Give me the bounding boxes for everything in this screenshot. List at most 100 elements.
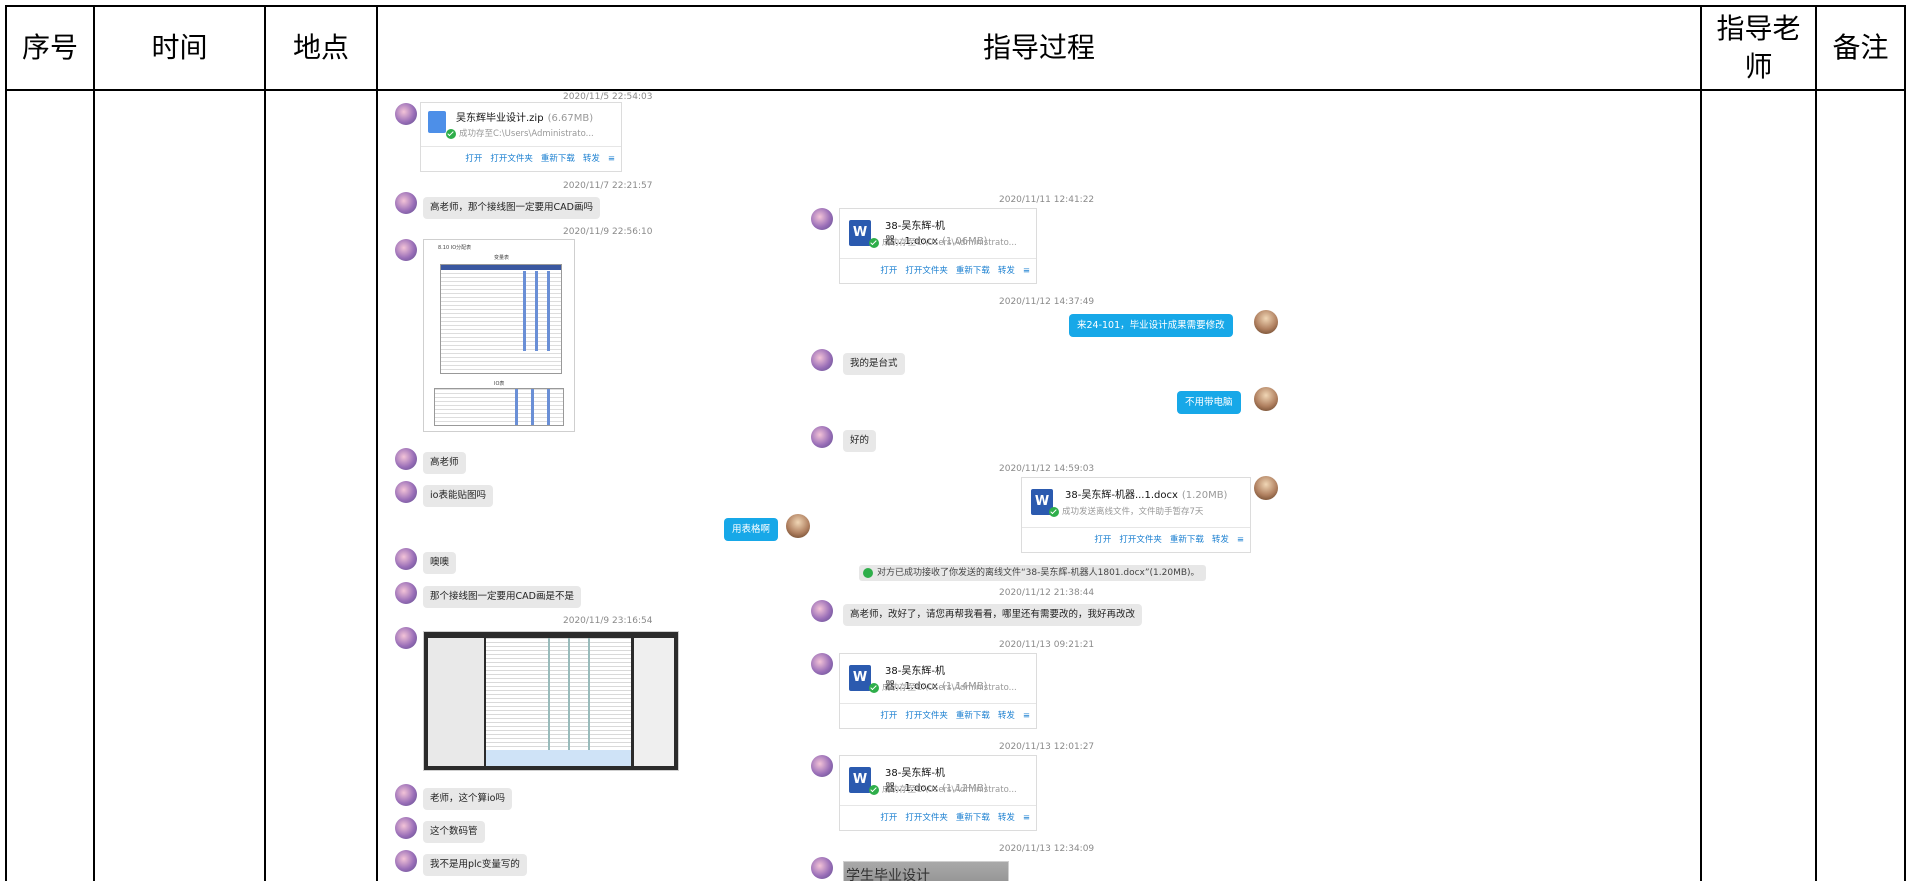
timestamp: 2020/11/7 22:21:57: [563, 181, 653, 191]
avatar: [395, 784, 417, 806]
open-folder-link[interactable]: 打开文件夹: [905, 813, 948, 823]
avatar: [811, 349, 833, 371]
success-check-icon: [869, 682, 879, 693]
avatar: [811, 857, 833, 879]
header-teacher-line1: 指导老: [1716, 12, 1801, 45]
doc-caption: 变量表: [494, 255, 510, 261]
properties-panel-image: [634, 638, 674, 766]
file-actions: 打开 打开文件夹 重新下载 转发 ≡: [840, 805, 1036, 830]
header-place: 地点: [292, 31, 349, 64]
avatar: [395, 582, 417, 604]
open-link[interactable]: 打开: [880, 711, 897, 721]
open-link[interactable]: 打开: [465, 154, 482, 164]
success-check-icon: [869, 237, 879, 248]
avatar: [811, 600, 833, 622]
forward-link[interactable]: 转发: [998, 266, 1015, 276]
zip-file-icon: [428, 111, 446, 133]
header-process: 指导过程: [982, 31, 1095, 64]
word-doc-icon: W: [849, 665, 871, 691]
photo-image[interactable]: 学生毕业设计: [843, 861, 1009, 881]
open-folder-link[interactable]: 打开文件夹: [905, 711, 948, 721]
redownload-link[interactable]: 重新下载: [956, 711, 990, 721]
own-message-bubble: 不用带电脑: [1177, 391, 1241, 414]
message-bubble: 好的: [843, 430, 877, 452]
forward-link[interactable]: 转发: [998, 813, 1015, 823]
timestamp: 2020/11/12 14:59:03: [999, 464, 1095, 474]
timestamp: 2020/11/9 23:16:54: [563, 616, 653, 626]
menu-icon[interactable]: ≡: [1023, 813, 1030, 823]
file-card[interactable]: W 38-吴东辉-机器...1.docx (1.20MB) 成功发送离线文件，文件…: [1021, 477, 1251, 553]
timestamp: 2020/11/13 09:21:21: [999, 640, 1095, 650]
header-seq: 序号: [21, 31, 78, 64]
avatar: [1254, 387, 1278, 411]
avatar: [395, 548, 417, 570]
menu-icon[interactable]: ≡: [1237, 535, 1244, 545]
open-link[interactable]: 打开: [1094, 535, 1111, 545]
avatar: [811, 426, 833, 448]
word-doc-icon: W: [849, 767, 871, 793]
avatar: [395, 481, 417, 503]
avatar: [395, 192, 417, 214]
file-status: 成功存至C:\Users\Administrato...: [446, 127, 594, 139]
open-folder-link[interactable]: 打开文件夹: [905, 266, 948, 276]
file-card[interactable]: 吴东辉毕业设计.zip (6.67MB) 成功存至C:\Users\Adminis…: [420, 102, 622, 172]
message-bubble: 这个数码管: [423, 821, 485, 843]
timestamp: 2020/11/13 12:01:27: [999, 742, 1095, 752]
open-link[interactable]: 打开: [880, 266, 897, 276]
file-actions: 打开 打开文件夹 重新下载 转发 ≡: [1022, 527, 1250, 552]
menu-icon[interactable]: ≡: [608, 154, 615, 164]
column-divider: [93, 5, 95, 881]
avatar: [811, 208, 833, 230]
open-folder-link[interactable]: 打开文件夹: [490, 154, 533, 164]
redownload-link[interactable]: 重新下载: [541, 154, 575, 164]
document-image[interactable]: 8.10 IO分配表 变量表 IO表: [423, 239, 575, 432]
software-screenshot-image[interactable]: [423, 631, 679, 771]
io-table-image: [434, 388, 564, 426]
message-bubble: 高老师，改好了，请您再帮我看看，哪里还有需要改的，我好再改改: [843, 604, 1143, 626]
file-actions: 打开 打开文件夹 重新下载 转发 ≡: [840, 258, 1036, 283]
project-tree-image: [428, 638, 484, 766]
variable-table-image: [486, 638, 631, 750]
header-notes: 备注: [1832, 31, 1889, 64]
redownload-link[interactable]: 重新下载: [956, 813, 990, 823]
timestamp: 2020/11/9 22:56:10: [563, 227, 653, 237]
forward-link[interactable]: 转发: [583, 154, 600, 164]
file-status: 成功发送离线文件，文件助手暂存7天: [1049, 505, 1203, 517]
file-card[interactable]: W 38-吴东辉-机器...1.docx (1.06MB) 成功存至C:\User…: [839, 208, 1037, 284]
redownload-link[interactable]: 重新下载: [956, 266, 990, 276]
forward-link[interactable]: 转发: [998, 711, 1015, 721]
menu-icon[interactable]: ≡: [1023, 266, 1030, 276]
doc-caption: IO表: [494, 381, 505, 387]
success-check-icon: [446, 128, 456, 139]
open-link[interactable]: 打开: [880, 813, 897, 823]
column-divider: [264, 5, 266, 881]
message-bubble: 我不是用plc变量写的: [423, 854, 527, 876]
file-card[interactable]: W 38-吴东辉-机器...1.docx (1.14MB) 成功存至C:\User…: [839, 653, 1037, 729]
open-folder-link[interactable]: 打开文件夹: [1119, 535, 1162, 545]
own-message-bubble: 来24-101，毕业设计成果需要修改: [1069, 314, 1233, 337]
file-card[interactable]: W 38-吴东辉-机器...1.docx (1.12MB) 成功存至C:\User…: [839, 755, 1037, 831]
file-name: 38-吴东辉-机器...1.docx (1.20MB): [1065, 490, 1228, 501]
menu-icon[interactable]: ≡: [1023, 711, 1030, 721]
avatar: [395, 239, 417, 261]
photo-caption: 学生毕业设计: [846, 868, 930, 881]
forward-link[interactable]: 转发: [1212, 535, 1229, 545]
success-check-icon: [1049, 506, 1059, 517]
message-bubble: 噢噢: [423, 552, 457, 574]
timestamp: 2020/11/12 14:37:49: [999, 297, 1095, 307]
avatar: [1254, 310, 1278, 334]
redownload-link[interactable]: 重新下载: [1170, 535, 1204, 545]
message-bubble: 高老师，那个接线图一定要用CAD画吗: [423, 197, 600, 219]
header-teacher: 指导老 师: [1702, 7, 1815, 89]
column-divider: [1700, 5, 1702, 881]
file-actions: 打开 打开文件夹 重新下载 转发 ≡: [840, 703, 1036, 728]
avatar: [395, 627, 417, 649]
success-check-icon: [863, 567, 873, 578]
word-doc-icon: W: [849, 220, 871, 246]
timestamp: 2020/11/13 12:34:09: [999, 844, 1095, 854]
column-divider: [1815, 5, 1817, 881]
avatar: [1254, 476, 1278, 500]
message-bubble: 我的是台式: [843, 353, 905, 375]
message-bubble: io表能贴图吗: [423, 485, 493, 507]
success-check-icon: [869, 784, 879, 795]
